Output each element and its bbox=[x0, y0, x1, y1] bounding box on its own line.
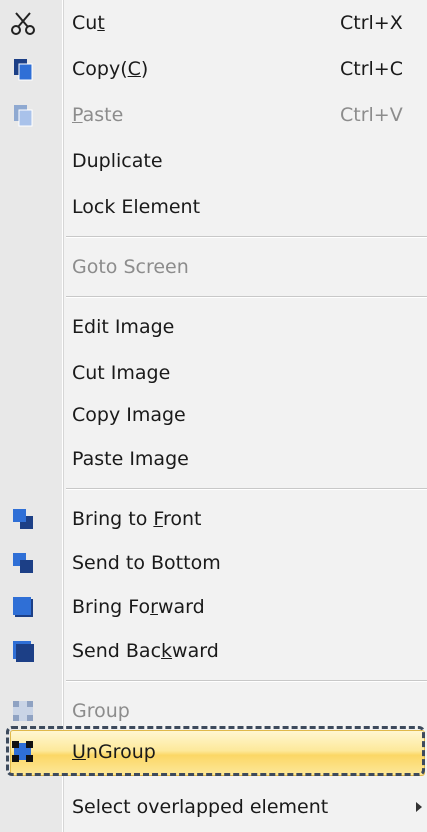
menu-item-shortcut: Ctrl+X bbox=[340, 12, 403, 34]
menu-item-shortcut: Ctrl+C bbox=[340, 58, 403, 80]
menu-item-label: Paste bbox=[72, 104, 124, 126]
menu-item-label: Send to Bottom bbox=[72, 552, 221, 574]
menu-item-cut[interactable]: Cut Ctrl+X bbox=[0, 0, 427, 46]
bring-forward-icon bbox=[10, 594, 36, 620]
scissors-icon bbox=[10, 10, 36, 36]
menu-item-copy-image[interactable]: Copy Image bbox=[0, 392, 427, 438]
menu-item-label: Copy(C) bbox=[72, 58, 149, 80]
group-icon bbox=[10, 698, 36, 724]
menu-item-bring-to-front[interactable]: Bring to Front bbox=[0, 496, 427, 542]
menu-item-bring-forward[interactable]: Bring Forward bbox=[0, 584, 427, 630]
menu-item-label: Bring Forward bbox=[72, 596, 205, 618]
menu-item-label: Edit Image bbox=[72, 316, 175, 338]
ungroup-icon bbox=[10, 739, 36, 765]
paste-icon bbox=[10, 102, 36, 128]
menu-item-paste[interactable]: Paste Ctrl+V bbox=[0, 92, 427, 138]
menu-item-select-overlapped-element[interactable]: Select overlapped element bbox=[0, 784, 427, 830]
menu-item-send-backward[interactable]: Send Backward bbox=[0, 628, 427, 674]
send-to-bottom-icon bbox=[10, 550, 36, 576]
send-backward-icon bbox=[10, 638, 36, 664]
menu-item-label: Cut Image bbox=[72, 362, 171, 384]
menu-item-label: Lock Element bbox=[72, 196, 201, 218]
menu-item-ungroup[interactable]: UnGroup bbox=[0, 729, 427, 775]
menu-item-label: Send Backward bbox=[72, 640, 219, 662]
separator bbox=[66, 236, 427, 238]
menu-item-label: Bring to Front bbox=[72, 508, 202, 530]
menu-item-duplicate[interactable]: Duplicate bbox=[0, 138, 427, 184]
menu-item-label: Goto Screen bbox=[72, 256, 189, 278]
menu-item-send-to-bottom[interactable]: Send to Bottom bbox=[0, 540, 427, 586]
menu-item-label: Duplicate bbox=[72, 150, 163, 172]
menu-item-lock-element[interactable]: Lock Element bbox=[0, 184, 427, 230]
menu-item-label: Paste Image bbox=[72, 448, 189, 470]
menu-item-goto-screen[interactable]: Goto Screen bbox=[0, 244, 427, 290]
separator bbox=[66, 680, 427, 682]
menu-item-cut-image[interactable]: Cut Image bbox=[0, 350, 427, 396]
separator bbox=[66, 488, 427, 490]
bring-to-front-icon bbox=[10, 506, 36, 532]
menu-item-copy[interactable]: Copy(C) Ctrl+C bbox=[0, 46, 427, 92]
menu-item-label: Cut bbox=[72, 12, 105, 34]
menu-item-label: UnGroup bbox=[72, 741, 156, 763]
separator bbox=[66, 296, 427, 298]
menu-item-shortcut: Ctrl+V bbox=[340, 104, 403, 126]
context-menu: Cut Ctrl+X Copy(C) Ctrl+C Paste Ctrl+V D… bbox=[0, 0, 427, 832]
menu-item-label: Select overlapped element bbox=[72, 796, 329, 818]
menu-item-edit-image[interactable]: Edit Image bbox=[0, 304, 427, 350]
copy-icon bbox=[10, 56, 36, 82]
menu-item-label: Copy Image bbox=[72, 404, 186, 426]
menu-item-paste-image[interactable]: Paste Image bbox=[0, 436, 427, 482]
submenu-arrow-icon bbox=[416, 802, 422, 812]
